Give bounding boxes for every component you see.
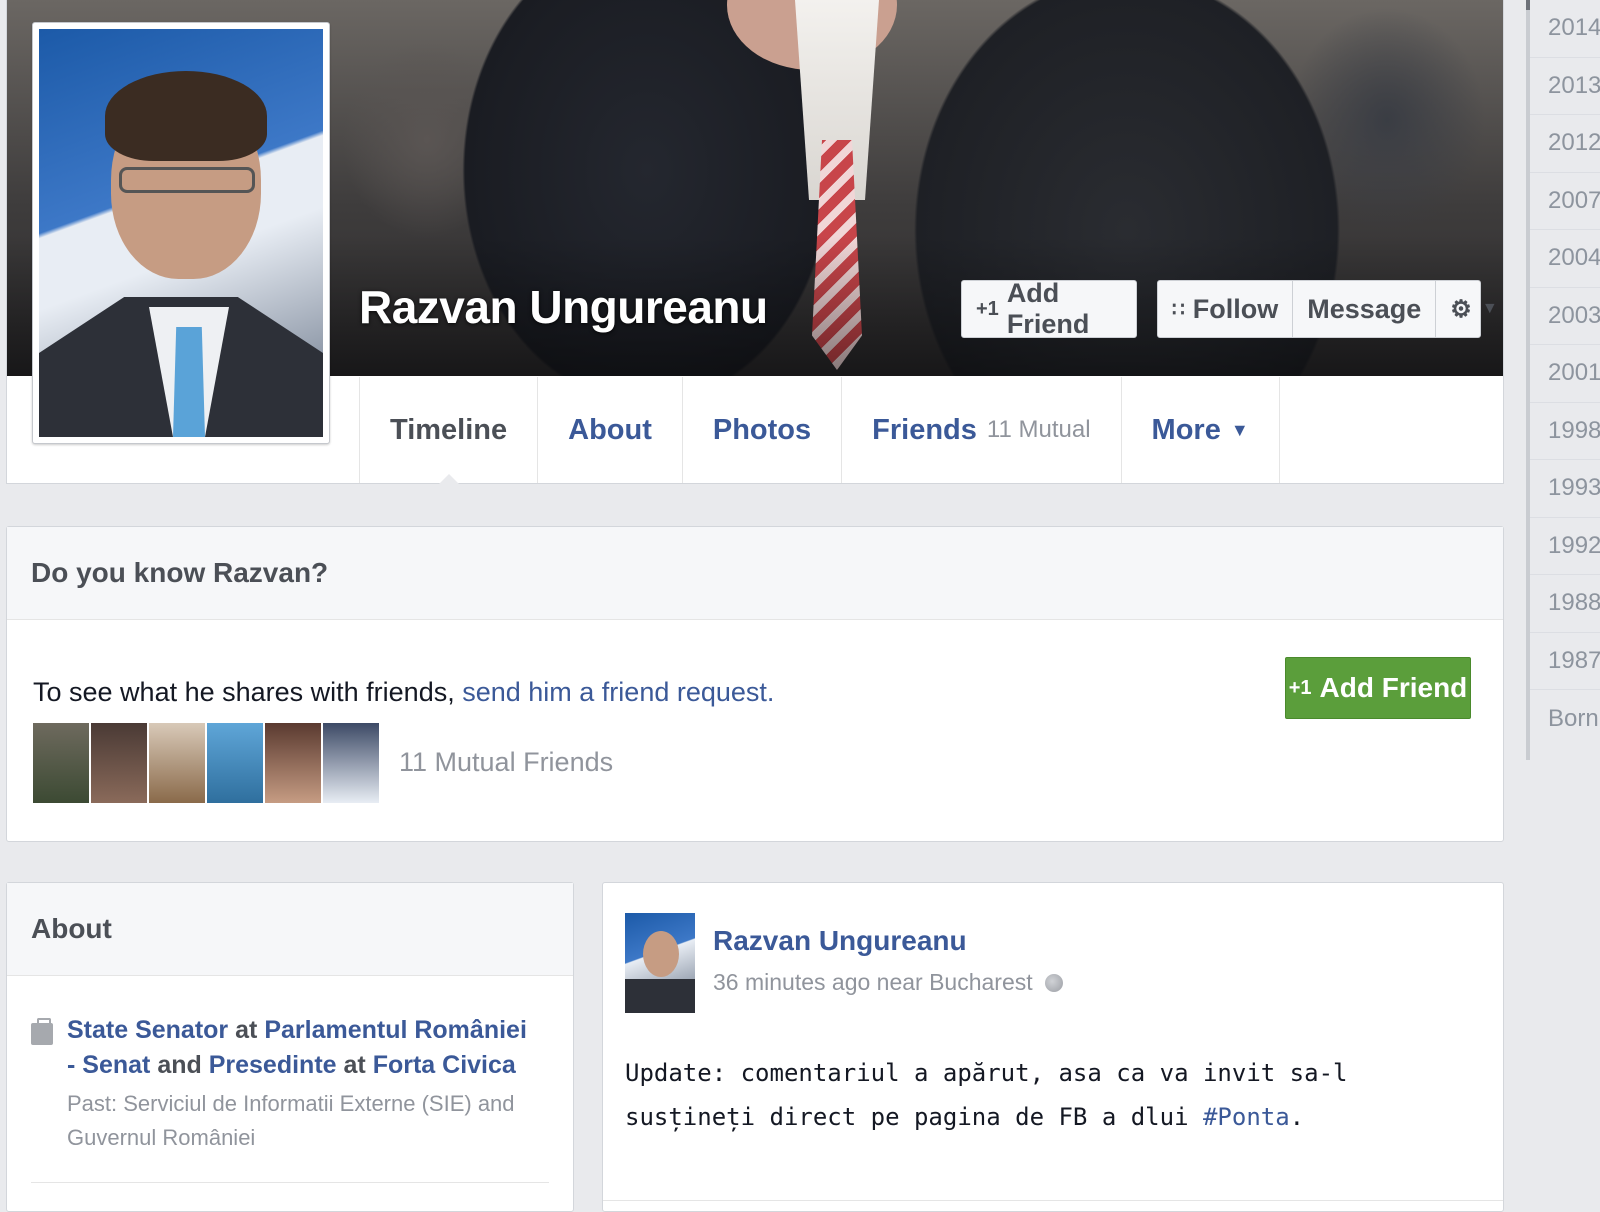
rss-icon: ∷ xyxy=(1172,298,1185,321)
year-link[interactable]: 1988 xyxy=(1530,575,1600,633)
year-link-born[interactable]: Born xyxy=(1530,690,1600,748)
friend-thumbnail[interactable] xyxy=(323,723,379,803)
know-box-text: To see what he shares with friends, send… xyxy=(33,677,775,707)
post-card: Razvan Ungureanu 36 minutes ago near Buc… xyxy=(602,882,1504,1212)
know-box: Do you know Razvan? To see what he share… xyxy=(6,526,1504,842)
work-past: Past: Serviciul de Informatii Externe (S… xyxy=(67,1091,515,1150)
settings-dropdown-button[interactable]: ⚙ ▼ xyxy=(1435,281,1511,337)
year-link[interactable]: 2003 xyxy=(1530,288,1600,345)
year-link[interactable]: 2007 xyxy=(1530,173,1600,230)
tab-about[interactable]: About xyxy=(537,377,682,483)
mutual-count: 11 Mutual xyxy=(986,416,1091,443)
mutual-friends-thumbnails xyxy=(33,723,379,803)
friend-thumbnail[interactable] xyxy=(149,723,205,803)
profile-picture[interactable] xyxy=(32,22,330,444)
tab-photos[interactable]: Photos xyxy=(681,377,841,483)
year-link[interactable]: 2014 xyxy=(1530,0,1600,58)
globe-icon[interactable] xyxy=(1044,973,1063,992)
hashtag-link[interactable]: #Ponta xyxy=(1203,1103,1290,1131)
about-title[interactable]: About xyxy=(7,883,573,976)
year-link[interactable]: 2013 xyxy=(1530,58,1600,115)
tab-label: About xyxy=(568,413,652,446)
friend-thumbnail[interactable] xyxy=(207,723,263,803)
follow-button[interactable]: ∷ Follow xyxy=(1158,281,1292,337)
friend-thumbnail[interactable] xyxy=(91,723,147,803)
divider xyxy=(31,1182,549,1183)
caret-down-icon: ▼ xyxy=(1230,419,1249,440)
tab-label: Photos xyxy=(712,413,812,446)
year-link[interactable]: 1998 xyxy=(1530,403,1600,460)
year-link[interactable]: 2012 xyxy=(1530,115,1600,173)
add-friend-button[interactable]: +1 Add Friend xyxy=(961,278,1137,339)
friend-thumbnail[interactable] xyxy=(265,723,321,803)
scroll-indicator xyxy=(1526,0,1530,10)
know-box-title: Do you know Razvan? xyxy=(7,527,1503,620)
add-friend-label: Add Friend xyxy=(1006,278,1090,339)
work-description: State Senator at Parlamentul României - … xyxy=(67,1016,527,1079)
post-meta: 36 minutes ago near Bucharest xyxy=(713,969,1063,996)
friend-thumbnail[interactable] xyxy=(33,723,89,803)
caret-down-icon: ▼ xyxy=(1481,300,1498,317)
tab-timeline[interactable]: Timeline xyxy=(359,377,537,484)
post-timestamp[interactable]: 36 minutes ago near Bucharest xyxy=(713,969,1033,996)
divider xyxy=(603,1200,1503,1201)
year-link[interactable]: 1992 xyxy=(1530,518,1600,575)
profile-tabs: Timeline About Photos Friends 11 Mutual … xyxy=(359,377,1280,484)
gear-icon: ⚙ xyxy=(1450,295,1472,323)
year-link[interactable]: 2001 xyxy=(1530,345,1600,403)
work-item: State Senator at Parlamentul României - … xyxy=(31,1013,531,1155)
post-author-name[interactable]: Razvan Ungureanu xyxy=(713,925,967,957)
about-card: About State Senator at Parlamentul Român… xyxy=(6,882,574,1212)
briefcase-icon xyxy=(31,1018,53,1045)
message-label: Message xyxy=(1307,293,1422,324)
person-plus-icon: +1 xyxy=(1288,676,1312,699)
tab-label: Timeline xyxy=(390,413,508,446)
timeline-year-nav: 2014 2013 2012 2007 2004 2003 2001 1998 … xyxy=(1526,0,1600,760)
year-link[interactable]: 1993 xyxy=(1530,460,1600,518)
follow-message-group: ∷ Follow Message ⚙ ▼ xyxy=(1157,280,1498,338)
year-link[interactable]: 1987 xyxy=(1530,633,1600,690)
add-friend-button-green[interactable]: +1 Add Friend xyxy=(1285,657,1471,719)
tab-label: More xyxy=(1151,413,1221,446)
message-button[interactable]: Message xyxy=(1292,281,1435,337)
tab-label: Friends xyxy=(872,413,977,446)
profile-name[interactable]: Razvan Ungureanu xyxy=(359,280,768,334)
year-link[interactable]: 2004 xyxy=(1530,230,1600,288)
tab-friends[interactable]: Friends 11 Mutual xyxy=(841,377,1120,483)
follow-label: Follow xyxy=(1192,293,1279,324)
person-plus-icon: +1 xyxy=(976,297,999,320)
post-body: Update: comentariul a apărut, asa ca va … xyxy=(625,1059,1348,1131)
friend-request-link[interactable]: send him a friend request. xyxy=(462,677,774,707)
post-author-avatar[interactable] xyxy=(625,913,695,1013)
mutual-friends-link[interactable]: 11 Mutual Friends xyxy=(399,747,613,778)
tab-more[interactable]: More ▼ xyxy=(1120,377,1280,483)
